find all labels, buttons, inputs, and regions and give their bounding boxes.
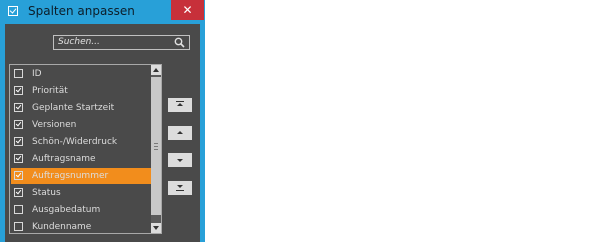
- column-checkbox[interactable]: [14, 222, 23, 231]
- window-title: Spalten anpassen: [28, 4, 135, 18]
- column-checkbox[interactable]: [14, 69, 23, 78]
- move-down-icon: [177, 159, 183, 162]
- column-list-item[interactable]: Kundenname: [11, 219, 151, 233]
- column-label: Priorität: [32, 86, 68, 96]
- search-input[interactable]: Suchen...: [53, 35, 190, 50]
- search-placeholder: Suchen...: [58, 37, 100, 47]
- column-list-item[interactable]: Auftragsname: [11, 151, 151, 167]
- column-list-item[interactable]: Ausgabedatum: [11, 202, 151, 218]
- scroll-down-arrow-icon[interactable]: [151, 223, 161, 233]
- column-list-item[interactable]: Geplante Startzeit: [11, 100, 151, 116]
- column-label: Schön-/Widerdruck: [32, 137, 118, 147]
- column-list-item[interactable]: Auftragsnummer: [11, 168, 151, 184]
- grip-line: [154, 149, 158, 150]
- move-top-icon: [177, 103, 183, 106]
- move-down-button[interactable]: [168, 153, 192, 167]
- column-label: ID: [32, 69, 42, 79]
- move-bottom-icon: [177, 185, 183, 188]
- list-scrollbar[interactable]: [151, 65, 161, 233]
- column-label: Kundenname: [32, 222, 92, 232]
- column-checkbox[interactable]: [14, 171, 23, 180]
- column-checkbox[interactable]: [14, 120, 23, 129]
- column-label: Status: [32, 188, 61, 198]
- scroll-up-arrow-icon[interactable]: [151, 65, 161, 75]
- grip-line: [154, 146, 158, 147]
- customize-columns-window: Spalten anpassen ✕ Suchen... Kundenname A…: [0, 0, 205, 242]
- grip-line: [154, 143, 158, 144]
- column-checkbox[interactable]: [14, 137, 23, 146]
- dialog-panel: Suchen... Kundenname Ausgabedatum Status Au…: [5, 24, 200, 242]
- column-label: Ausgabedatum: [32, 205, 101, 215]
- column-label: Auftragsnummer: [32, 171, 109, 181]
- column-checkbox[interactable]: [14, 154, 23, 163]
- checkbox-app-icon: [8, 6, 18, 16]
- column-list-item[interactable]: Versionen: [11, 117, 151, 133]
- title-bar[interactable]: Spalten anpassen ✕: [0, 0, 205, 24]
- bar-line: [176, 101, 184, 102]
- column-list-item[interactable]: Status: [11, 185, 151, 201]
- column-list-item[interactable]: ID: [11, 66, 151, 82]
- column-checkbox[interactable]: [14, 205, 23, 214]
- column-checkbox[interactable]: [14, 86, 23, 95]
- move-to-top-button[interactable]: [168, 98, 192, 112]
- move-up-button[interactable]: [168, 126, 192, 140]
- bar-line: [176, 190, 184, 191]
- column-list-item[interactable]: Priorität: [11, 83, 151, 99]
- column-label: Versionen: [32, 120, 77, 130]
- column-list-item[interactable]: Schön-/Widerdruck: [11, 134, 151, 150]
- column-list: Kundenname Ausgabedatum Status Auftragsnumm…: [9, 64, 162, 234]
- column-checkbox[interactable]: [14, 103, 23, 112]
- column-label: Auftragsname: [32, 154, 96, 164]
- column-checkbox[interactable]: [14, 188, 23, 197]
- move-to-bottom-button[interactable]: [168, 181, 192, 195]
- search-icon[interactable]: [174, 37, 185, 48]
- column-label: Geplante Startzeit: [32, 103, 115, 113]
- close-button[interactable]: ✕: [171, 0, 204, 20]
- move-up-icon: [177, 131, 183, 134]
- scroll-thumb[interactable]: [151, 77, 161, 215]
